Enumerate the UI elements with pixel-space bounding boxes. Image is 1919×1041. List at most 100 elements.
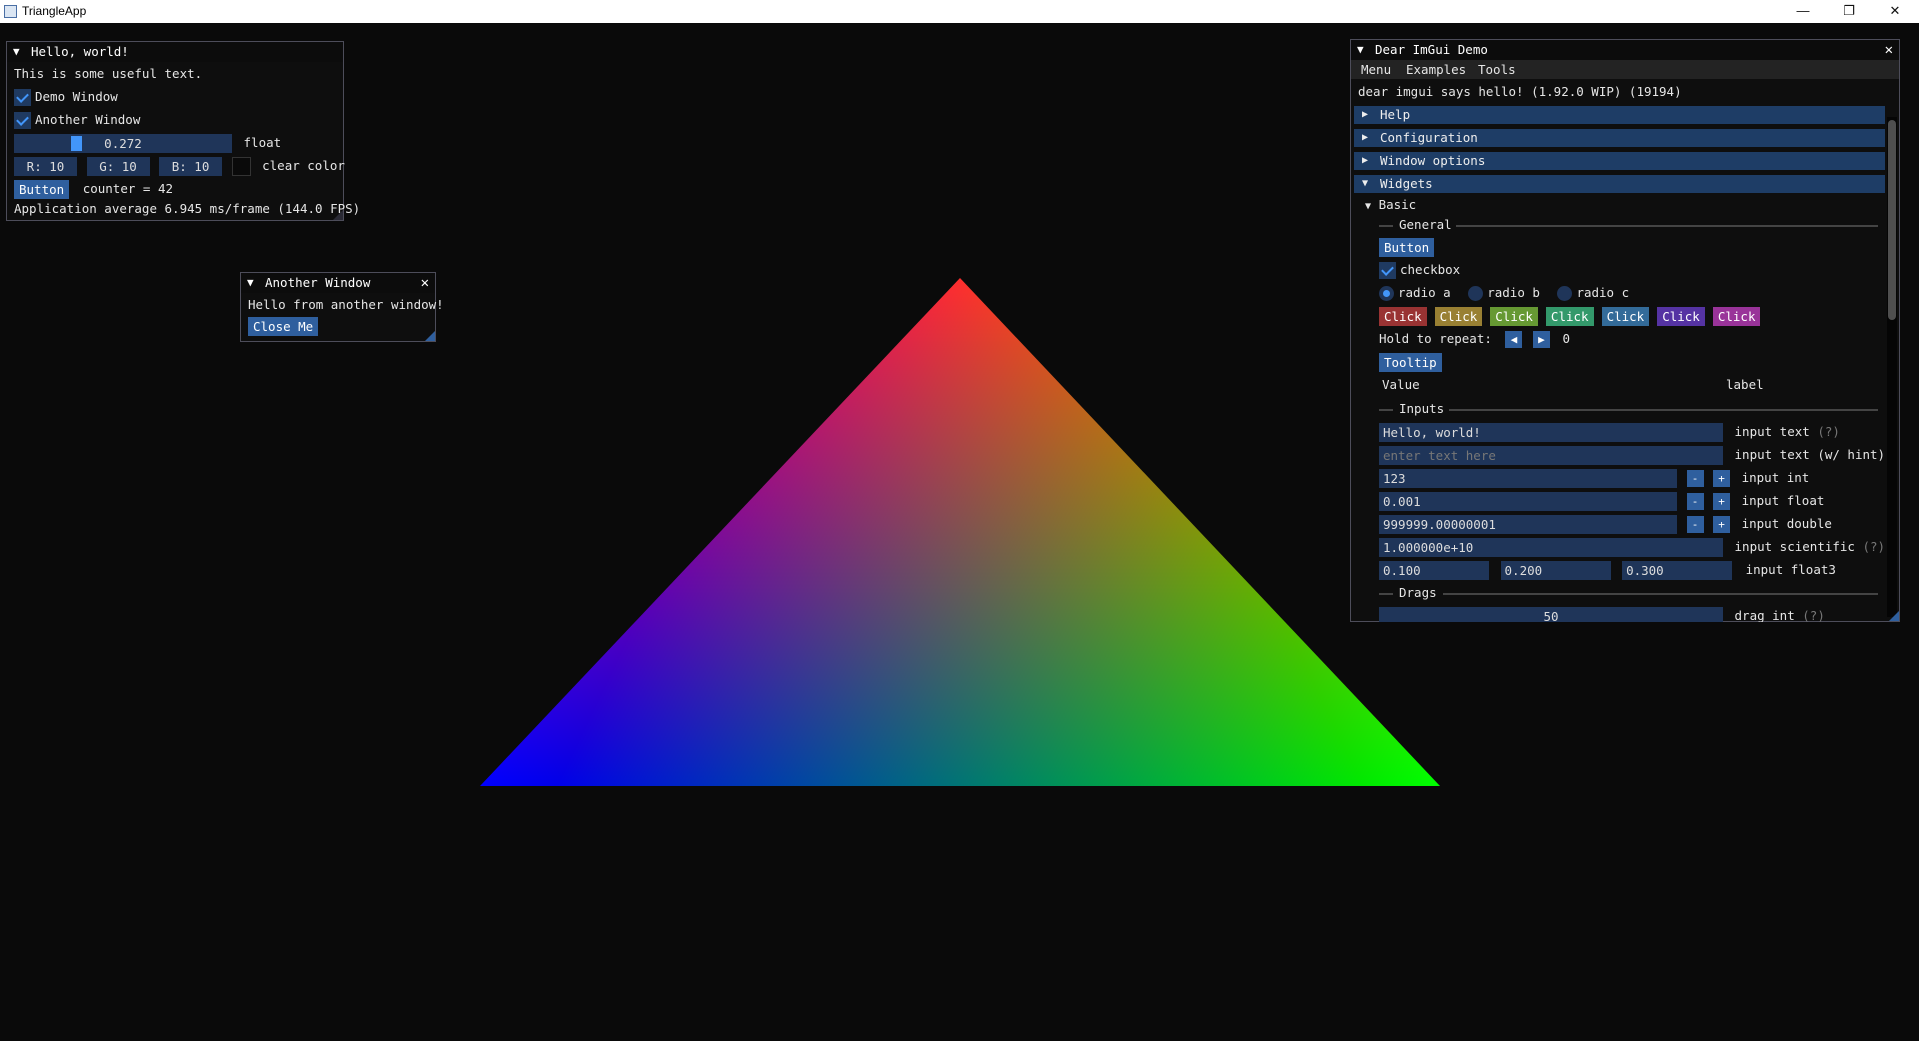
click-button-1[interactable]: Click <box>1379 307 1427 326</box>
label-column-header: label <box>1726 377 1764 392</box>
header-window-options[interactable]: ▶ Window options <box>1354 152 1885 170</box>
input-hint-field[interactable]: enter text here <box>1379 446 1723 465</box>
tree-node-basic[interactable]: ▼ Basic <box>1365 195 1416 214</box>
slider-grab[interactable] <box>71 136 82 151</box>
close-icon[interactable]: ✕ <box>421 273 429 293</box>
separator <box>1379 409 1393 411</box>
input-hint-row: enter text here input text (w/ hint) <box>1379 445 1886 465</box>
resize-grip[interactable] <box>333 210 343 220</box>
hello-window-title: Hello, world! <box>31 44 129 59</box>
color-swatch[interactable] <box>231 157 251 176</box>
decrement-button[interactable]: - <box>1686 516 1704 533</box>
button-row: Button counter = 42 <box>14 179 173 199</box>
drag-int-field[interactable]: 50 <box>1379 607 1723 622</box>
float3-y-field[interactable]: 0.200 <box>1500 561 1611 580</box>
click-button-5[interactable]: Click <box>1601 307 1650 326</box>
imgui-version-text: dear imgui says hello! (1.92.0 WIP) (191… <box>1358 84 1682 99</box>
separator <box>1449 409 1878 411</box>
click-button-2[interactable]: Click <box>1434 307 1483 326</box>
collapse-triangle-icon[interactable]: ▼ <box>13 42 20 62</box>
demo-window-titlebar[interactable]: ▼ Dear ImGui Demo ✕ <box>1351 40 1899 60</box>
click-button-3[interactable]: Click <box>1490 307 1538 326</box>
color-g-input[interactable]: G: 10 <box>86 157 150 176</box>
counter-text: counter = 42 <box>82 181 173 196</box>
radio-b[interactable]: radio b <box>1468 285 1540 301</box>
checkbox-icon[interactable] <box>14 89 31 106</box>
radio-a[interactable]: radio a <box>1379 285 1451 301</box>
collapse-triangle-icon[interactable]: ▼ <box>1357 40 1364 60</box>
float3-z-field[interactable]: 0.300 <box>1622 561 1733 580</box>
decrement-button[interactable]: - <box>1686 493 1704 510</box>
increment-button[interactable]: + <box>1713 516 1731 533</box>
radio-group: radio a radio b radio c <box>1379 283 1629 302</box>
checkbox-icon[interactable] <box>1379 262 1396 279</box>
useful-text: This is some useful text. <box>14 66 203 81</box>
increment-button[interactable]: + <box>1713 470 1731 487</box>
hello-window-titlebar[interactable]: ▼ Hello, world! <box>7 42 343 62</box>
click-button-7[interactable]: Click <box>1712 307 1761 326</box>
hello-button[interactable]: Button <box>14 180 70 199</box>
help-marker[interactable]: (?) <box>1817 424 1840 439</box>
scrollbar-thumb[interactable] <box>1888 120 1896 320</box>
menu-item-examples[interactable]: Examples <box>1406 60 1466 79</box>
input-double-field[interactable]: 999999.00000001 <box>1379 515 1677 534</box>
menu-item-menu[interactable]: Menu <box>1361 60 1391 79</box>
input-text-label: input text <box>1734 424 1810 439</box>
color-r-input[interactable]: R: 10 <box>14 157 77 176</box>
help-marker[interactable]: (?) <box>1862 539 1885 554</box>
click-button-4[interactable]: Click <box>1545 307 1594 326</box>
close-me-button[interactable]: Close Me <box>248 317 319 336</box>
imgui-demo-window[interactable]: ▼ Dear ImGui Demo ✕ Menu Examples Tools … <box>1350 39 1900 622</box>
float-slider[interactable]: 0.272 <box>14 134 232 153</box>
decrement-button[interactable]: - <box>1686 470 1704 487</box>
another-window-titlebar[interactable]: ▼ Another Window ✕ <box>241 273 435 293</box>
menu-item-tools[interactable]: Tools <box>1478 60 1516 79</box>
maximize-icon[interactable]: ❐ <box>1826 0 1872 23</box>
tooltip-button[interactable]: Tooltip <box>1379 353 1442 372</box>
input-int-field[interactable]: 123 <box>1379 469 1677 488</box>
value-column-header: Value <box>1382 377 1420 392</box>
input-text-field[interactable]: Hello, world! <box>1379 423 1723 442</box>
input-double-label: input double <box>1741 516 1832 531</box>
vertical-scrollbar[interactable] <box>1887 117 1897 617</box>
resize-grip[interactable] <box>425 331 435 341</box>
input-scientific-row: 1.000000e+10 input scientific (?) <box>1379 537 1885 557</box>
click-button-6[interactable]: Click <box>1657 307 1705 326</box>
header-configuration[interactable]: ▶ Configuration <box>1354 129 1885 147</box>
float-slider-row: 0.272 float <box>14 133 282 153</box>
demo-button[interactable]: Button <box>1379 238 1435 257</box>
input-hint-label: input text (w/ hint) <box>1734 447 1886 462</box>
radio-c[interactable]: radio c <box>1557 285 1629 301</box>
os-title-bar: TriangleApp — ❐ ✕ <box>0 0 1919 23</box>
os-window-title: TriangleApp <box>22 4 87 18</box>
clear-color-row: R: 10 G: 10 B: 10 clear color <box>14 156 345 176</box>
clear-color-label: clear color <box>262 158 345 173</box>
another-window[interactable]: ▼ Another Window ✕ Hello from another wi… <box>240 272 444 342</box>
checkbox-icon[interactable] <box>14 112 31 129</box>
expand-triangle-icon: ▶ <box>1362 132 1369 143</box>
collapse-triangle-icon[interactable]: ▼ <box>247 273 254 293</box>
header-widgets[interactable]: ▼ Widgets <box>1354 175 1885 193</box>
arrow-left-icon[interactable]: ◀ <box>1505 331 1523 348</box>
input-float3-row: 0.100 0.200 0.300 input float3 <box>1379 560 1836 580</box>
header-help[interactable]: ▶ Help <box>1354 106 1885 124</box>
input-scientific-field[interactable]: 1.000000e+10 <box>1379 538 1723 557</box>
float3-x-field[interactable]: 0.100 <box>1379 561 1489 580</box>
help-marker[interactable]: (?) <box>1802 608 1825 622</box>
float-label: float <box>243 135 282 150</box>
close-icon[interactable]: ✕ <box>1885 40 1893 60</box>
minimize-icon[interactable]: — <box>1780 0 1826 23</box>
increment-button[interactable]: + <box>1713 493 1731 510</box>
separator <box>1379 225 1393 227</box>
hello-world-window[interactable]: ▼ Hello, world! This is some useful text… <box>6 41 360 221</box>
section-general: General <box>1399 217 1452 232</box>
color-b-input[interactable]: B: 10 <box>159 157 223 176</box>
input-float-field[interactable]: 0.001 <box>1379 492 1677 511</box>
resize-grip[interactable] <box>1889 611 1899 621</box>
arrow-right-icon[interactable]: ▶ <box>1532 331 1550 348</box>
demo-window-checkbox[interactable]: Demo Window <box>14 87 118 106</box>
another-window-checkbox[interactable]: Another Window <box>14 110 140 129</box>
close-icon[interactable]: ✕ <box>1872 0 1918 23</box>
app-icon <box>4 5 17 18</box>
demo-checkbox[interactable]: checkbox <box>1379 260 1460 279</box>
